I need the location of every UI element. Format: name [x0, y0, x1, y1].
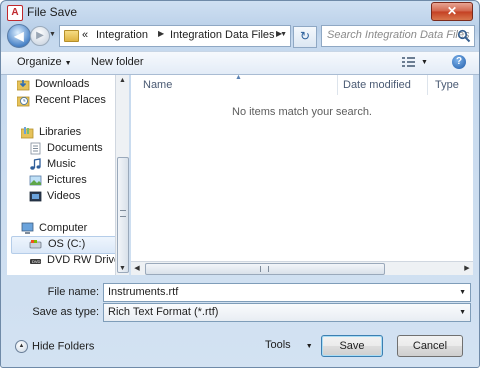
- nav-item-pictures[interactable]: Pictures: [29, 173, 117, 189]
- nav-item-libraries[interactable]: Libraries: [21, 125, 117, 141]
- file-name-label: File name:: [47, 286, 99, 298]
- save-as-type-select[interactable]: Rich Text Format (*.rtf) ▼: [103, 303, 471, 322]
- documents-icon: [30, 142, 41, 155]
- address-bar[interactable]: « Integration ▶ Integration Data Files ▶…: [59, 25, 291, 47]
- nav-item-documents[interactable]: Documents: [29, 141, 117, 157]
- scroll-left-arrow[interactable]: ◀: [131, 262, 143, 275]
- nav-label: Pictures: [47, 174, 87, 186]
- tools-button[interactable]: Tools ▼: [265, 339, 313, 351]
- organize-label: Organize: [17, 56, 62, 68]
- nav-item-os-c[interactable]: OS (C:): [11, 236, 117, 254]
- command-toolbar: Organize ▼ New folder ▼ ?: [1, 51, 479, 75]
- address-row: ◀ ▶ ▼ « Integration ▶ Integration Data F…: [1, 23, 479, 49]
- file-save-dialog: A File Save ✕ ◀ ▶ ▼ « Integration ▶ Inte…: [0, 0, 480, 368]
- videos-icon: [29, 191, 42, 202]
- grip-icon: [260, 266, 269, 272]
- nav-item-dvd-drive[interactable]: DVD DVD RW Drive (D: [29, 253, 117, 269]
- column-type[interactable]: Type: [435, 75, 459, 95]
- column-name[interactable]: Name: [143, 75, 172, 95]
- nav-item-computer[interactable]: Computer: [21, 221, 117, 237]
- pictures-icon: [29, 175, 42, 186]
- scroll-right-arrow[interactable]: ▶: [461, 262, 473, 275]
- downloads-folder-icon: [17, 80, 30, 91]
- file-list-hscrollbar[interactable]: ◀ ▶: [131, 261, 473, 275]
- navigation-pane: Downloads Recent Places Libraries Docume…: [7, 75, 127, 275]
- title-bar: A File Save ✕: [1, 1, 479, 23]
- nav-label: Documents: [47, 142, 103, 154]
- nav-label: Music: [47, 158, 76, 170]
- empty-message: No items match your search.: [232, 106, 372, 118]
- libraries-icon: [21, 127, 34, 139]
- search-input[interactable]: Search Integration Data Files: [321, 25, 475, 47]
- hide-folders-button[interactable]: ▲ Hide Folders: [15, 340, 94, 353]
- bottom-bar: ▲ Hide Folders Tools ▼ Save Cancel: [1, 331, 479, 367]
- scroll-up-arrow[interactable]: ▲: [116, 75, 129, 87]
- new-folder-button[interactable]: New folder: [91, 56, 144, 68]
- column-separator[interactable]: [427, 75, 428, 95]
- chevron-up-icon: ▲: [15, 340, 28, 353]
- breadcrumb-separator[interactable]: ▶: [158, 29, 164, 38]
- computer-icon: [21, 222, 34, 234]
- save-as-type-value: Rich Text Format (*.rtf): [108, 306, 219, 318]
- file-list-pane[interactable]: Name ▲ Date modified Type No items match…: [131, 74, 473, 275]
- save-as-type-label: Save as type:: [32, 306, 99, 318]
- search-placeholder: Search Integration Data Files: [327, 29, 470, 41]
- breadcrumb-integration[interactable]: Integration: [96, 29, 148, 41]
- views-icon[interactable]: [401, 55, 417, 69]
- cancel-button[interactable]: Cancel: [397, 335, 463, 357]
- dvd-drive-icon: DVD: [30, 259, 41, 264]
- nav-label: Recent Places: [35, 94, 106, 106]
- help-icon[interactable]: ?: [452, 55, 466, 69]
- views-dropdown[interactable]: ▼: [421, 59, 428, 66]
- nav-label: Videos: [47, 190, 81, 202]
- search-icon[interactable]: [457, 29, 471, 43]
- file-name-field[interactable]: Instruments.rtf ▼: [103, 283, 471, 302]
- scrollbar-thumb[interactable]: [145, 263, 385, 275]
- nav-item-music[interactable]: Music: [29, 157, 117, 173]
- close-button[interactable]: ✕: [431, 2, 473, 21]
- forward-arrow-icon[interactable]: ▶: [30, 26, 50, 46]
- file-name-value: Instruments.rtf: [108, 286, 179, 298]
- breadcrumb-overflow[interactable]: «: [82, 29, 88, 41]
- nav-item-recent-places[interactable]: Recent Places: [17, 93, 117, 109]
- grip-icon: [120, 210, 126, 217]
- nav-label: DVD RW Drive (D: [47, 254, 117, 266]
- nav-label: Downloads: [35, 78, 90, 90]
- column-date-modified[interactable]: Date modified: [343, 75, 411, 95]
- folder-icon: [64, 30, 79, 42]
- tools-label: Tools: [265, 339, 291, 351]
- svg-text:DVD: DVD: [32, 259, 41, 264]
- nav-item-videos[interactable]: Videos: [29, 189, 117, 205]
- nav-item-downloads[interactable]: Downloads: [17, 77, 117, 93]
- back-arrow-icon[interactable]: ◀: [7, 24, 31, 48]
- sort-arrow-icon: ▲: [235, 74, 242, 81]
- chevron-down-icon: ▼: [305, 343, 313, 350]
- nav-label: Libraries: [39, 126, 82, 138]
- column-separator[interactable]: [337, 75, 338, 95]
- hard-drive-icon: [29, 240, 42, 249]
- nav-label: OS (C:): [48, 238, 86, 250]
- music-icon: [30, 158, 41, 170]
- navigation-scrollbar[interactable]: ▲ ▼: [115, 75, 129, 275]
- chevron-down-icon[interactable]: ▼: [459, 309, 466, 316]
- address-dropdown[interactable]: ▼: [280, 31, 287, 38]
- recent-places-icon: [17, 96, 30, 107]
- chevron-down-icon[interactable]: ▼: [459, 289, 466, 296]
- hide-folders-label: Hide Folders: [32, 340, 95, 353]
- app-icon: A: [7, 5, 23, 21]
- scrollbar-thumb[interactable]: [117, 157, 129, 273]
- organize-button[interactable]: Organize ▼: [17, 56, 72, 68]
- window-title: File Save: [27, 5, 78, 19]
- nav-label: Computer: [39, 222, 88, 234]
- scroll-down-arrow[interactable]: ▼: [116, 263, 129, 275]
- chevron-down-icon: ▼: [64, 60, 72, 67]
- refresh-icon[interactable]: ↻: [293, 26, 317, 48]
- recent-pages-dropdown[interactable]: ▼: [49, 31, 56, 38]
- breadcrumb-integration-data-files[interactable]: Integration Data Files: [170, 29, 275, 41]
- save-button[interactable]: Save: [321, 335, 383, 357]
